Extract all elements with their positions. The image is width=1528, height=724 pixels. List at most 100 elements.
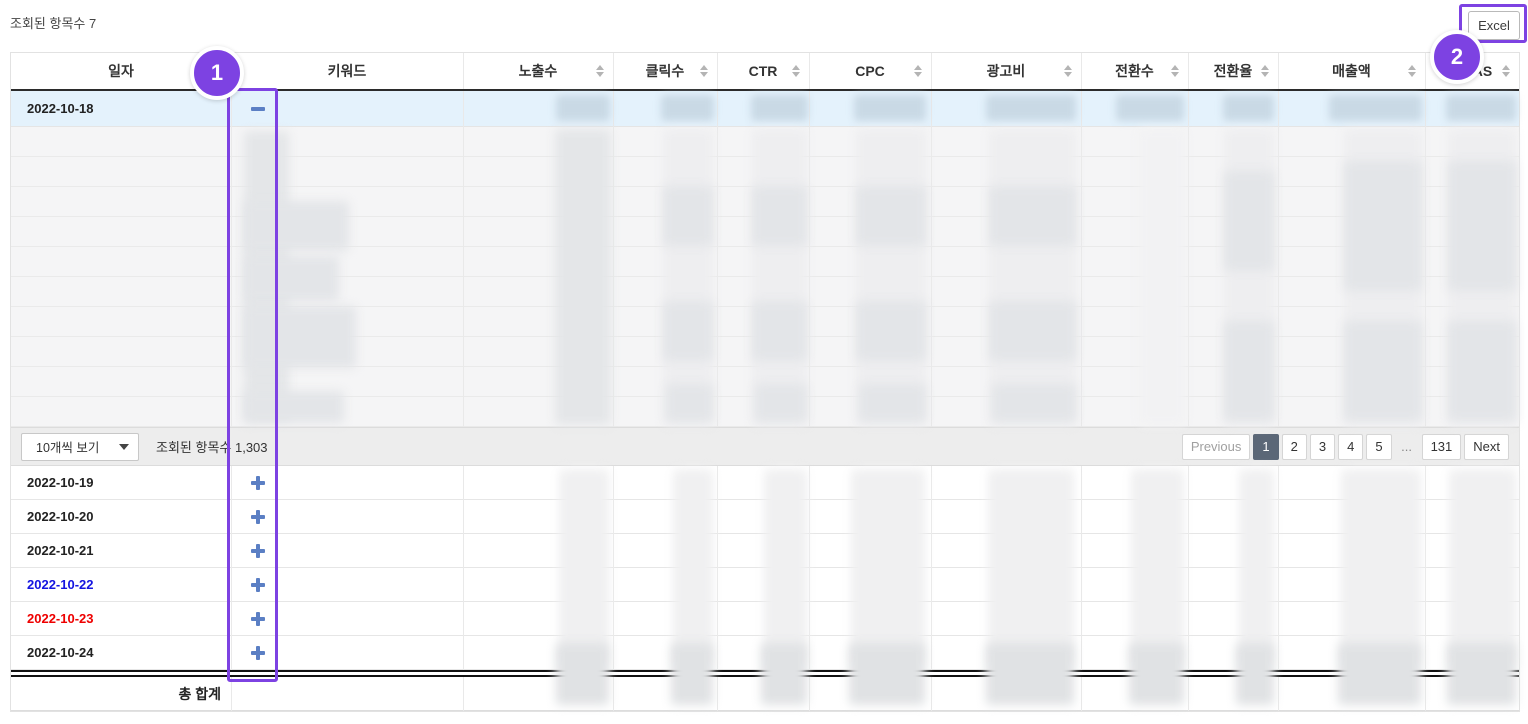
sort-icon[interactable]	[700, 65, 708, 77]
blurred-cell	[1239, 469, 1274, 665]
blurred-cell	[663, 129, 713, 425]
blurred-total	[849, 643, 925, 705]
pagination-next[interactable]: Next	[1464, 434, 1509, 460]
pagination-page-1[interactable]: 1	[1253, 434, 1278, 460]
blurred-cell	[989, 301, 1076, 361]
blurred-cell	[1224, 321, 1274, 421]
blurred-cell	[856, 186, 926, 246]
blurred-cell	[1223, 95, 1274, 121]
header-cpc[interactable]: CPC	[809, 53, 931, 89]
column-divider	[1425, 53, 1426, 711]
pagination-previous[interactable]: Previous	[1182, 434, 1251, 460]
blurred-cell	[1139, 129, 1185, 425]
header-ctr[interactable]: CTR	[717, 53, 809, 89]
blurred-cell	[856, 301, 926, 361]
annotation-highlight-toggle-column	[227, 88, 278, 682]
column-divider	[1188, 53, 1189, 711]
blurred-cell	[1344, 321, 1422, 421]
blurred-total	[671, 643, 713, 705]
date-cell: 2022-10-19	[11, 466, 231, 499]
sort-icon[interactable]	[1064, 65, 1072, 77]
pagination-page-131[interactable]: 131	[1422, 434, 1462, 460]
sort-icon[interactable]	[596, 65, 604, 77]
blurred-total	[1447, 643, 1516, 705]
column-divider	[717, 53, 718, 711]
blurred-cell	[1448, 161, 1516, 291]
blurred-cell	[751, 95, 808, 121]
blurred-cell	[1449, 469, 1516, 665]
blurred-cell	[661, 95, 714, 121]
header-conversions[interactable]: 전환수	[1081, 53, 1188, 89]
blurred-cell	[989, 129, 1076, 425]
pagination-page-4[interactable]: 4	[1338, 434, 1363, 460]
date-cell: 2022-10-20	[11, 500, 231, 533]
blurred-cell	[666, 384, 713, 422]
header-conversion-rate[interactable]: 전환율	[1188, 53, 1278, 89]
pagination-controls: Previous 1 2 3 4 5 ... 131 Next	[1182, 434, 1509, 460]
blurred-cell	[989, 186, 1076, 246]
blurred-total	[1236, 643, 1274, 705]
blurred-cell	[859, 384, 926, 422]
blurred-cell	[556, 95, 610, 121]
blurred-cell	[673, 469, 713, 665]
blurred-cell	[752, 129, 807, 425]
blurred-cell	[1224, 171, 1274, 271]
total-label: 총 합계	[11, 677, 231, 710]
blurred-cell	[851, 469, 925, 665]
blurred-cell	[1341, 469, 1421, 665]
date-cell: 2022-10-22	[11, 568, 231, 601]
blurred-cell	[663, 301, 713, 361]
blurred-total	[1129, 643, 1184, 705]
header-revenue[interactable]: 매출액	[1278, 53, 1425, 89]
blurred-cell	[1448, 321, 1516, 421]
header-clicks[interactable]: 클릭수	[613, 53, 717, 89]
date-cell: 2022-10-18	[11, 91, 231, 126]
blurred-cell	[988, 469, 1074, 665]
blurred-cell	[1131, 469, 1184, 665]
blurred-cell	[752, 186, 807, 246]
header-ad-cost[interactable]: 광고비	[931, 53, 1081, 89]
pagination-ellipsis: ...	[1395, 434, 1419, 460]
annotation-step-2-badge: 2	[1430, 30, 1484, 84]
sort-icon[interactable]	[792, 65, 800, 77]
report-page: 조회된 항목수 7 Excel 일자 키워드 노출수 클릭수 CTR CPC 광…	[0, 0, 1528, 724]
pagination-page-2[interactable]: 2	[1282, 434, 1307, 460]
sort-icon[interactable]	[1502, 65, 1510, 77]
column-divider	[1278, 53, 1279, 711]
column-divider	[809, 53, 810, 711]
blurred-cell	[1329, 95, 1422, 121]
blurred-cell	[986, 95, 1076, 121]
blurred-cell	[555, 129, 611, 425]
blurred-cell	[559, 469, 609, 665]
blurred-total	[556, 643, 609, 705]
blurred-total	[1338, 643, 1421, 705]
header-keyword: 키워드	[231, 53, 463, 89]
blurred-total	[986, 643, 1074, 705]
page-size-select[interactable]: 10개씩 보기	[21, 433, 139, 461]
header-impressions[interactable]: 노출수	[463, 53, 613, 89]
date-cell: 2022-10-24	[11, 636, 231, 669]
blurred-cell	[992, 384, 1076, 422]
result-count-label: 조회된 항목수 7	[10, 13, 96, 32]
blurred-cell	[1116, 95, 1184, 121]
blurred-cell	[752, 301, 807, 361]
annotation-step-1-badge: 1	[190, 46, 244, 100]
sort-icon[interactable]	[1171, 65, 1179, 77]
column-divider	[931, 53, 932, 711]
sort-icon[interactable]	[1408, 65, 1416, 77]
blurred-cell	[663, 186, 713, 246]
sort-icon[interactable]	[914, 65, 922, 77]
blurred-cell	[854, 95, 926, 121]
blurred-cell	[764, 469, 807, 665]
blurred-cell	[856, 129, 926, 425]
blurred-cell	[1344, 161, 1422, 291]
column-divider	[1081, 53, 1082, 711]
blurred-cell	[1446, 95, 1516, 121]
blurred-total	[761, 643, 807, 705]
pagination-page-3[interactable]: 3	[1310, 434, 1335, 460]
column-divider	[613, 53, 614, 711]
date-cell: 2022-10-23	[11, 602, 231, 635]
blurred-cell	[755, 384, 807, 422]
sort-icon[interactable]	[1261, 65, 1269, 77]
pagination-page-5[interactable]: 5	[1366, 434, 1391, 460]
